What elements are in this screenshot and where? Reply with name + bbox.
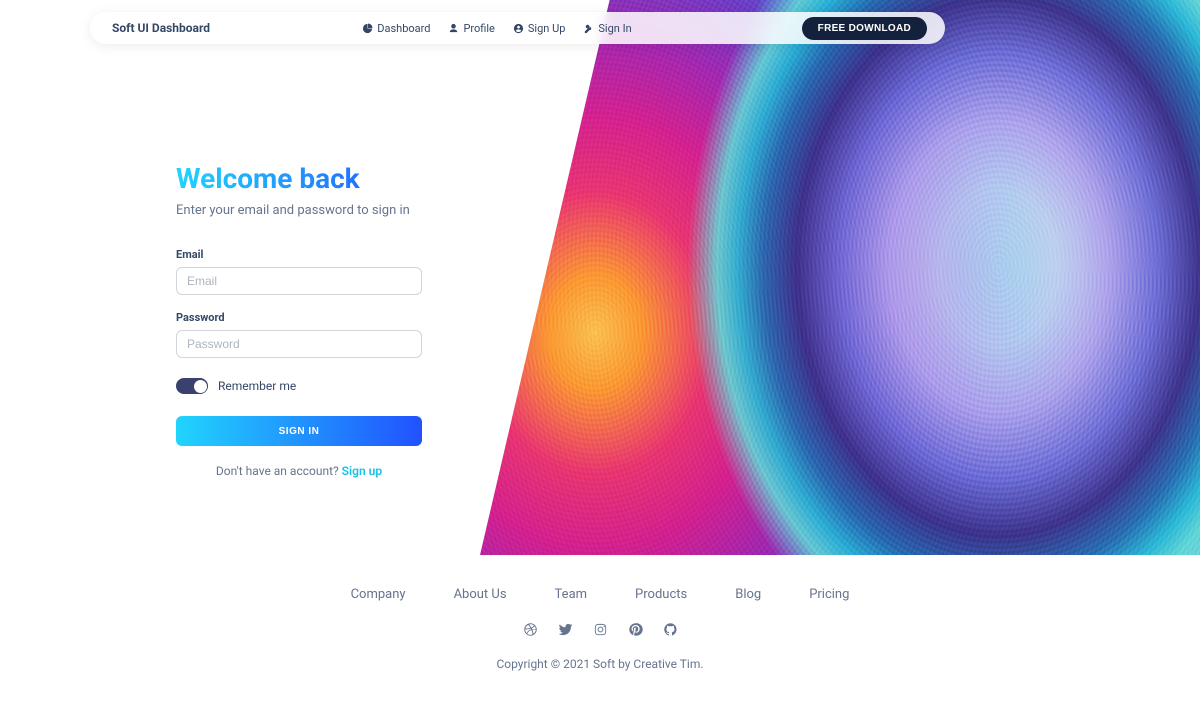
twitter-icon[interactable]	[558, 622, 573, 637]
remember-me-row: Remember me	[176, 378, 422, 394]
footer-link-pricing[interactable]: Pricing	[809, 587, 849, 602]
remember-me-label: Remember me	[218, 379, 296, 393]
page-footer: Company About Us Team Products Blog Pric…	[0, 555, 1200, 713]
pinterest-icon[interactable]	[628, 622, 643, 637]
footer-link-team[interactable]: Team	[555, 587, 588, 602]
signup-link[interactable]: Sign up	[342, 464, 382, 478]
footer-link-products[interactable]: Products	[635, 587, 687, 602]
signup-prompt-text: Don't have an account?	[216, 464, 342, 478]
key-icon	[583, 23, 594, 34]
remember-me-toggle[interactable]	[176, 378, 208, 394]
nav-link-label: Sign Up	[528, 22, 566, 35]
brand-title: Soft UI Dashboard	[112, 21, 210, 35]
nav-link-signup[interactable]: Sign Up	[513, 22, 566, 35]
instagram-icon[interactable]	[593, 622, 608, 637]
nav-link-signin[interactable]: Sign In	[583, 22, 631, 35]
signup-prompt: Don't have an account? Sign up	[176, 464, 422, 478]
page-subtitle: Enter your email and password to sign in	[176, 203, 422, 218]
pie-chart-icon	[362, 23, 373, 34]
footer-links-row: Company About Us Team Products Blog Pric…	[351, 587, 850, 602]
dribbble-icon[interactable]	[523, 622, 538, 637]
nav-links-group: Dashboard Profile Sign Up Sign In	[362, 22, 631, 35]
password-field[interactable]	[176, 330, 422, 358]
page-title: Welcome back	[176, 162, 422, 195]
signin-button[interactable]: SIGN IN	[176, 416, 422, 446]
user-icon	[448, 23, 459, 34]
signin-form: Welcome back Enter your email and passwo…	[176, 162, 422, 478]
nav-link-profile[interactable]: Profile	[448, 22, 494, 35]
footer-link-company[interactable]: Company	[351, 587, 406, 602]
footer-link-about[interactable]: About Us	[454, 587, 507, 602]
hero-background-image	[480, 0, 1200, 555]
nav-link-label: Sign In	[598, 22, 631, 35]
free-download-button[interactable]: FREE DOWNLOAD	[802, 17, 927, 40]
nav-link-label: Profile	[463, 22, 494, 35]
email-field[interactable]	[176, 267, 422, 295]
nav-link-label: Dashboard	[377, 22, 430, 35]
social-icons-row	[523, 622, 678, 637]
top-navbar: Soft UI Dashboard Dashboard Profile Sign…	[90, 12, 945, 44]
email-label: Email	[176, 248, 422, 261]
footer-link-blog[interactable]: Blog	[735, 587, 761, 602]
copyright-text: Copyright © 2021 Soft by Creative Tim.	[496, 657, 703, 671]
github-icon[interactable]	[663, 622, 678, 637]
nav-link-dashboard[interactable]: Dashboard	[362, 22, 430, 35]
user-circle-icon	[513, 23, 524, 34]
password-label: Password	[176, 311, 422, 324]
